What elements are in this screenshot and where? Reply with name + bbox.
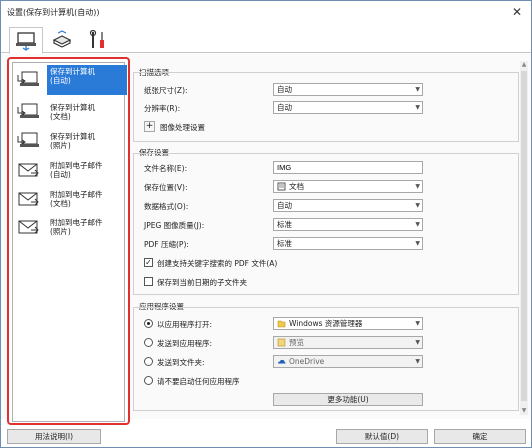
window-title: 设置(保存到计算机(自动)) [7,7,100,17]
chevron-down-icon: ▼ [415,202,420,209]
vertical-scrollbar[interactable]: ▲ ▼ [520,61,528,415]
tab-scan-from-operation-panel[interactable] [9,27,43,54]
open-with-app-select[interactable]: Windows 资源管理器 ▼ [273,317,423,330]
radio-send-to-folder[interactable] [144,357,153,366]
expand-image-processing-button[interactable]: + [144,121,155,132]
ok-button[interactable]: 确定 [434,429,526,444]
filename-label: 文件名称(E): [144,164,188,173]
sidebar-item-email-photo[interactable]: 附加到电子邮件 (照片) [15,211,133,243]
sidebar-item-label: 附加到电子邮件 (文档) [50,190,103,208]
jpeg-quality-label: JPEG 图像质量(J): [144,221,205,230]
send-to-folder-label: 发送到文件夹: [157,358,205,367]
sidebar-item-label: 附加到电子邮件 (照片) [50,218,103,236]
attach-email-icon [15,157,41,183]
data-format-label: 数据格式(O): [144,202,189,211]
keyword-pdf-checkbox[interactable]: ✓ [144,258,153,267]
scroll-thumb[interactable] [521,71,527,401]
jpeg-quality-value: 标准 [277,220,292,229]
pdf-compression-value: 标准 [277,239,292,248]
data-format-select[interactable]: 自动 ▼ [273,199,423,212]
chevron-down-icon: ▼ [415,183,420,190]
sidebar-item-label: 保存到计算机 (照片) [50,132,95,150]
filename-input[interactable] [273,161,423,174]
scroll-down-icon[interactable]: ▼ [520,407,528,415]
sidebar-item-save-photo[interactable]: 保存到计算机 (照片) [15,125,133,157]
tools-icon [89,30,104,48]
folder-icon [277,320,286,328]
paper-size-value: 自动 [277,85,292,94]
footer-bar: 用法说明(I) 默认值(D) 确定 [1,427,531,447]
more-functions-button[interactable]: 更多功能(U) [273,393,423,406]
sidebar-item-label: 保存到计算机 (自动) [47,65,127,95]
sidebar-item-email-auto[interactable]: 附加到电子邮件 (自动) [15,154,133,186]
paper-size-select[interactable]: 自动 ▼ [273,83,423,96]
resolution-select[interactable]: 自动 ▼ [273,101,423,114]
image-processing-label: 图像处理设置 [160,123,205,132]
subfolder-checkbox[interactable] [144,277,153,286]
save-in-select[interactable]: 文档 ▼ [273,180,423,193]
resolution-label: 分辨率(R): [144,104,181,113]
chevron-down-icon: ▼ [415,240,420,247]
chevron-down-icon: ▼ [415,104,420,111]
pdf-compression-label: PDF 压缩(P): [144,240,189,249]
tab-bar [1,25,531,54]
onedrive-icon [278,359,286,364]
send-to-folder-value: OneDrive [289,357,325,366]
open-with-app-value: Windows 资源管理器 [289,319,363,328]
instructions-button[interactable]: 用法说明(I) [7,429,101,444]
resolution-value: 自动 [277,103,292,112]
save-in-value: 文档 [289,182,304,191]
sidebar-item-save-document[interactable]: 保存到计算机 (文档) [15,96,133,128]
sidebar-item-label: 保存到计算机 (文档) [50,103,95,121]
settings-window: 设置(保存到计算机(自动)) ✕ 保存到计算机 (自动) 保存到计算机 (文档)… [0,0,532,448]
title-bar: 设置(保存到计算机(自动)) ✕ [1,1,531,23]
sidebar-item-save-auto[interactable]: 保存到计算机 (自动) [15,64,133,96]
send-to-app-select: 预览 ▼ [273,336,423,349]
document-folder-icon [277,182,286,191]
do-not-start-label: 请不要启动任何应用程序 [157,377,240,386]
scan-to-computer-icon [16,31,36,51]
defaults-button[interactable]: 默认值(D) [336,429,428,444]
preview-app-icon [277,338,286,347]
save-to-computer-icon [15,128,41,154]
data-format-value: 自动 [277,201,292,210]
tab-scanner-settings[interactable] [45,27,79,53]
radio-send-to-app[interactable] [144,338,153,347]
jpeg-quality-select[interactable]: 标准 ▼ [273,218,423,231]
attach-email-icon [15,214,41,240]
pdf-compression-select[interactable]: 标准 ▼ [273,237,423,250]
send-to-app-label: 发送到应用程序: [157,339,213,348]
sidebar-item-label: 附加到电子邮件 (自动) [50,161,103,179]
radio-open-with-app[interactable] [144,319,153,328]
open-with-app-label: 以应用程序打开: [157,320,213,329]
paper-size-label: 纸张尺寸(Z): [144,86,188,95]
attach-email-icon [15,186,41,212]
chevron-down-icon: ▼ [415,221,420,228]
scroll-up-icon[interactable]: ▲ [520,61,528,69]
save-to-computer-icon [15,67,41,93]
save-to-computer-icon [15,99,41,125]
chevron-down-icon: ▼ [415,86,420,93]
tab-general-settings[interactable] [81,27,115,53]
scanner-icon [52,30,72,48]
settings-panel: 扫描选项 纸张尺寸(Z): 自动 ▼ 分辨率(R): 自动 ▼ + 图像处理设置 保… [131,63,526,415]
send-to-folder-select: OneDrive ▼ [273,355,423,368]
send-to-app-value: 预览 [289,338,304,347]
save-in-label: 保存位置(V): [144,183,188,192]
subfolder-label: 保存到当前日期的子文件夹 [157,278,247,287]
chevron-down-icon: ▼ [415,358,420,365]
keyword-pdf-label: 创建支持关键字搜索的 PDF 文件(A) [157,259,278,268]
chevron-down-icon: ▼ [415,320,420,327]
radio-do-not-start[interactable] [144,376,153,385]
chevron-down-icon: ▼ [415,339,420,346]
close-button[interactable]: ✕ [509,4,525,20]
